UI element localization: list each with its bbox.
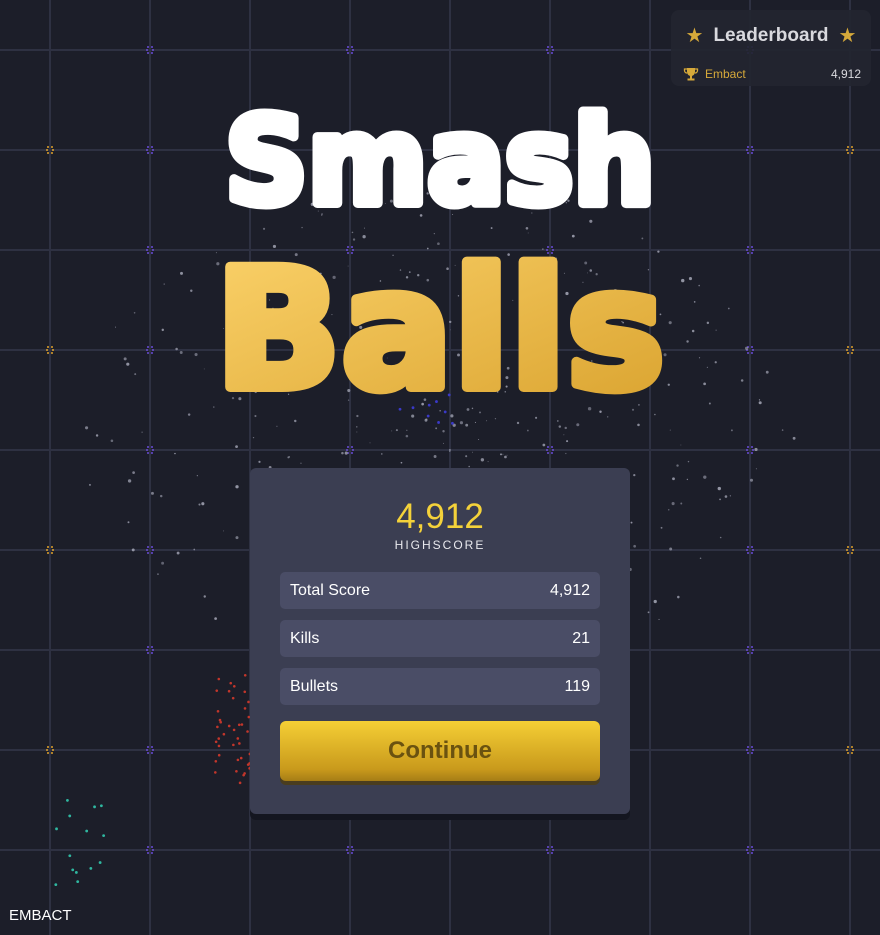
stat-row-kills: Kills 21: [280, 620, 600, 657]
title-line-smash: Smash: [225, 95, 655, 232]
player-name-label: EMBACT: [9, 907, 72, 924]
stat-label: Bullets: [290, 677, 339, 695]
stat-value: 21: [572, 629, 590, 647]
game-over-panel: 4,912 HIGHSCORE Total Score 4,912 Kills …: [250, 468, 630, 814]
leaderboard-entry-score: 4,912: [830, 67, 861, 81]
stat-label: Total Score: [290, 581, 371, 599]
leaderboard-entry: Embact 4,912: [683, 64, 861, 84]
leaderboard-title: Leaderboard: [713, 25, 829, 46]
stat-value: 4,912: [549, 581, 590, 599]
stat-row-bullets: Bullets 119: [280, 668, 600, 705]
star-icon: ★: [685, 25, 704, 47]
trophy-icon: [683, 68, 699, 81]
stat-label: Kills: [290, 629, 320, 647]
leaderboard-entry-name: Embact: [705, 67, 746, 81]
leaderboard-panel: ★ Leaderboard ★ Embact 4,912: [671, 10, 871, 86]
highscore-value: 4,912: [396, 497, 484, 536]
highscore-label: HIGHSCORE: [394, 538, 486, 552]
title-line-balls: Balls: [215, 234, 665, 405]
leaderboard-header: ★ Leaderboard ★: [671, 21, 871, 51]
stat-value: 119: [564, 677, 590, 695]
continue-button[interactable]: Continue: [280, 721, 600, 781]
game-title: Smash Balls: [0, 95, 880, 405]
star-icon: ★: [838, 25, 857, 47]
stat-row-total-score: Total Score 4,912: [280, 572, 600, 609]
